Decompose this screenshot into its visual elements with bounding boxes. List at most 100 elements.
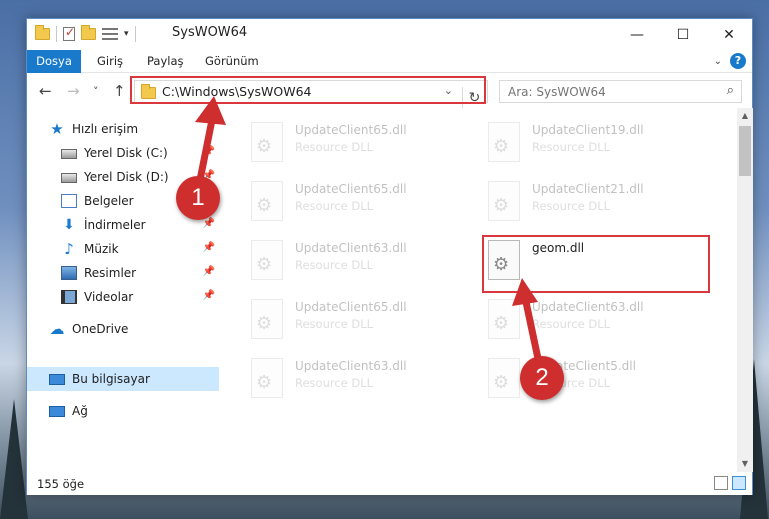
close-button[interactable]: ✕	[706, 19, 752, 50]
dll-file-icon	[488, 358, 520, 398]
properties-check-icon[interactable]	[63, 25, 75, 41]
ribbon-tabs: Dosya Giriş Paylaş Görünüm ⌄ ?	[27, 50, 752, 73]
vertical-scrollbar[interactable]: ▲ ▼	[737, 108, 753, 472]
sidebar-item-label: Belgeler	[84, 194, 134, 208]
customize-list-icon[interactable]	[102, 28, 118, 40]
scroll-up-icon[interactable]: ▲	[737, 108, 753, 124]
dll-file-icon	[251, 240, 283, 280]
dll-file-icon	[488, 122, 520, 162]
step-badge-2: 2	[520, 356, 564, 400]
dll-file-icon	[251, 358, 283, 398]
sidebar-item-this-pc[interactable]: Bu bilgisayar	[27, 367, 219, 391]
maximize-button[interactable]: ☐	[660, 19, 706, 50]
file-description: Resource DLL	[295, 258, 374, 272]
file-item[interactable]: UpdateClient21.dll Resource DLL	[488, 179, 708, 229]
up-button[interactable]: ↑	[113, 82, 126, 100]
file-item[interactable]: UpdateClient65.dll Resource DLL	[251, 120, 471, 170]
file-description: Resource DLL	[295, 199, 374, 213]
file-description: Resource DLL	[295, 376, 374, 390]
navigation-pane: ★ Hızlı erişim Yerel Disk (C:) 📌 Yerel D…	[27, 108, 219, 472]
sidebar-item-label: Yerel Disk (D:)	[84, 170, 169, 184]
folder-icon	[35, 25, 50, 40]
sidebar-item-pictures[interactable]: Resimler 📌	[27, 261, 219, 285]
pictures-icon	[61, 266, 77, 280]
back-button[interactable]: ←	[39, 82, 52, 100]
ribbon-right-controls: ⌄ ?	[714, 53, 746, 69]
file-item[interactable]: UpdateClient63.dll Resource DLL	[251, 238, 471, 288]
file-name: UpdateClient63.dll	[532, 300, 644, 314]
tab-share[interactable]: Paylaş	[147, 50, 184, 73]
scroll-down-icon[interactable]: ▼	[737, 456, 753, 472]
file-description: Resource DLL	[532, 199, 611, 213]
sidebar-item-label: Videolar	[84, 290, 134, 304]
file-name: UpdateClient19.dll	[532, 123, 644, 137]
cloud-icon: ☁	[49, 320, 65, 338]
sidebar-item-local-disk-c[interactable]: Yerel Disk (C:) 📌	[27, 141, 219, 165]
sidebar-item-onedrive[interactable]: ☁ OneDrive	[27, 317, 219, 341]
status-bar: 155 öğe	[27, 472, 752, 495]
file-item[interactable]: UpdateClient63.dll Resource DLL	[488, 297, 708, 347]
file-name: UpdateClient65.dll	[295, 123, 407, 137]
pin-icon[interactable]: 📌	[203, 242, 215, 253]
tab-home[interactable]: Giriş	[97, 50, 123, 73]
view-switcher	[714, 476, 746, 490]
sidebar-item-quick-access[interactable]: ★ Hızlı erişim	[27, 117, 219, 141]
window-title: SysWOW64	[172, 25, 248, 40]
step-badge-1: 1	[176, 176, 220, 220]
file-item[interactable]: UpdateClient65.dll Resource DLL	[251, 179, 471, 229]
search-icon[interactable]: ⌕	[727, 83, 734, 98]
search-input[interactable]	[508, 82, 708, 102]
details-view-icon[interactable]	[714, 476, 728, 490]
ribbon-expand-icon[interactable]: ⌄	[714, 56, 722, 67]
computer-icon	[49, 373, 65, 385]
file-name: UpdateClient63.dll	[295, 359, 407, 373]
pin-icon[interactable]: 📌	[203, 266, 215, 277]
pin-icon[interactable]: 📌	[203, 290, 215, 301]
address-highlight-box	[130, 76, 486, 104]
pin-icon[interactable]: 📌	[203, 218, 215, 229]
quick-access-toolbar: ▾	[35, 25, 136, 42]
file-name: UpdateClient65.dll	[295, 300, 407, 314]
network-icon	[49, 405, 65, 417]
toolbar-separator	[134, 26, 136, 42]
scrollbar-thumb[interactable]	[739, 126, 751, 176]
file-description: Resource DLL	[295, 140, 374, 154]
toolbar-dropdown-icon[interactable]: ▾	[124, 29, 129, 39]
star-icon: ★	[50, 120, 64, 138]
sidebar-item-music[interactable]: ♪ Müzik 📌	[27, 237, 219, 261]
tab-view[interactable]: Görünüm	[205, 50, 259, 73]
help-icon[interactable]: ?	[730, 53, 746, 69]
dll-file-icon	[251, 299, 283, 339]
title-bar: ▾ SysWOW64 — ☐ ✕	[27, 19, 752, 50]
new-folder-icon[interactable]	[81, 25, 96, 40]
large-icons-view-icon[interactable]	[732, 476, 746, 490]
minimize-button[interactable]: —	[614, 19, 660, 50]
file-item[interactable]: UpdateClient65.dll Resource DLL	[251, 297, 471, 347]
file-item[interactable]: UpdateClient19.dll Resource DLL	[488, 120, 708, 170]
item-count: 155 öğe	[37, 477, 85, 491]
sidebar-item-label: Yerel Disk (C:)	[84, 146, 168, 160]
dll-file-icon	[251, 181, 283, 221]
sidebar-item-network[interactable]: Ağ	[27, 399, 219, 423]
sidebar-item-videos[interactable]: Videolar 📌	[27, 285, 219, 309]
music-icon: ♪	[64, 240, 74, 258]
dll-file-icon	[251, 122, 283, 162]
file-description: Resource DLL	[532, 317, 611, 331]
file-name: UpdateClient65.dll	[295, 182, 407, 196]
search-box[interactable]: ⌕	[499, 80, 742, 103]
sidebar-item-label: Ağ	[72, 404, 88, 418]
dll-file-icon	[488, 181, 520, 221]
sidebar-item-label: OneDrive	[72, 322, 129, 336]
tab-file[interactable]: Dosya	[27, 50, 81, 73]
recent-locations-button[interactable]: ˅	[93, 85, 99, 98]
file-item[interactable]: UpdateClient63.dll Resource DLL	[251, 356, 471, 406]
file-highlight-box	[482, 235, 710, 293]
dll-file-icon	[488, 299, 520, 339]
file-description: Resource DLL	[532, 140, 611, 154]
forward-button[interactable]: →	[67, 82, 80, 100]
sidebar-item-label: Hızlı erişim	[72, 122, 139, 136]
documents-icon	[61, 194, 77, 208]
window-controls: — ☐ ✕	[614, 19, 752, 50]
drive-icon	[61, 149, 77, 159]
pin-icon[interactable]: 📌	[203, 146, 215, 157]
